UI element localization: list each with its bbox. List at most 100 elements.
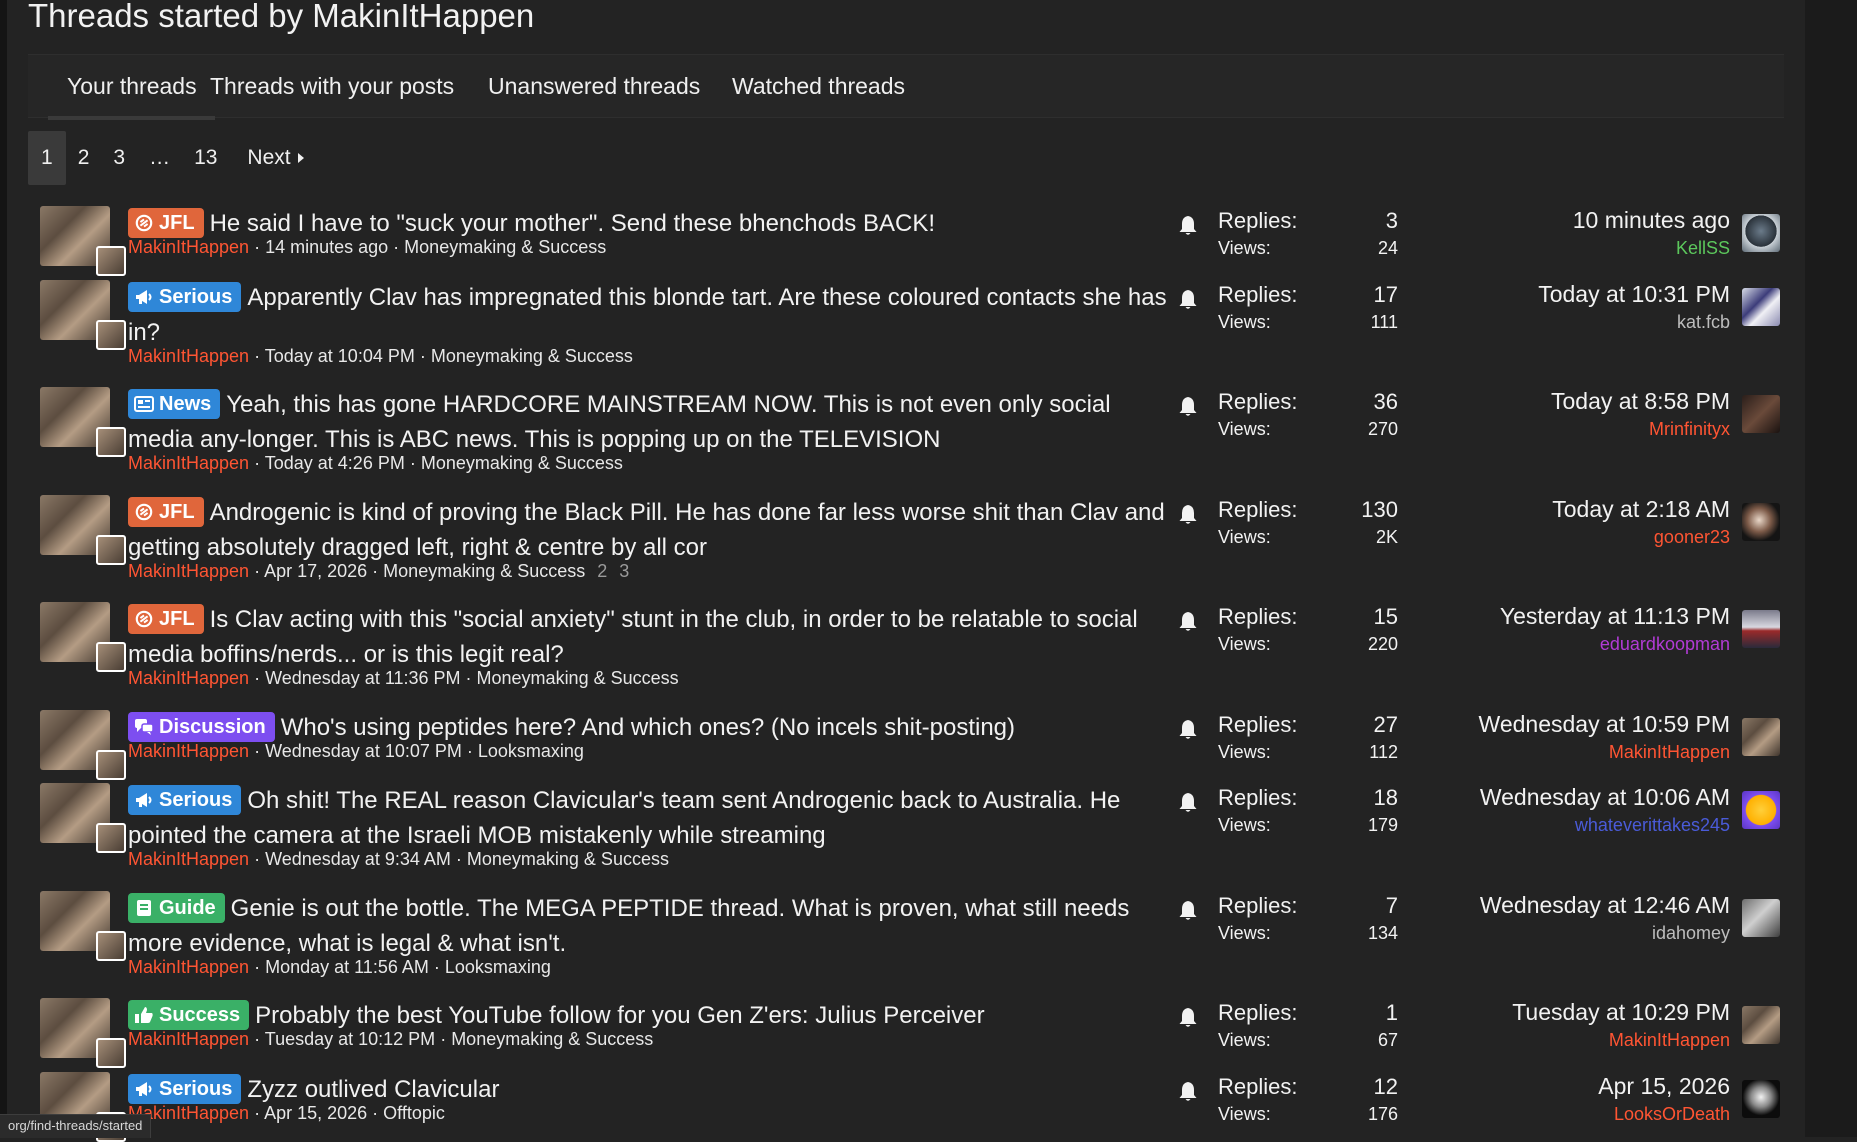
watch-bell-icon[interactable] [1178, 395, 1198, 417]
last-post-time[interactable]: 10 minutes ago [1408, 207, 1730, 234]
thread-start-date[interactable]: Wednesday at 10:07 PM [265, 741, 462, 761]
thread-row[interactable]: Discussion Who's using peptides here? And… [28, 700, 1788, 780]
thread-forum-link[interactable]: Moneymaking & Success [421, 453, 623, 473]
thread-title-line[interactable]: Serious Oh shit! The REAL reason Clavicul… [128, 783, 1168, 853]
page-2-link[interactable]: 2 [66, 131, 102, 185]
thread-row[interactable]: Serious Oh shit! The REAL reason Clavicul… [28, 773, 1788, 877]
thread-page-link[interactable]: 3 [619, 561, 629, 581]
last-poster-link[interactable]: KellSS [1408, 238, 1730, 259]
author-avatar[interactable] [40, 998, 126, 1068]
watch-bell-icon[interactable] [1178, 899, 1198, 921]
thread-prefix-label[interactable]: Guide [128, 893, 225, 923]
pagination-ellipsis[interactable]: … [137, 131, 182, 185]
thread-start-date[interactable]: 14 minutes ago [265, 237, 388, 257]
thread-author-link[interactable]: MakinItHappen [128, 346, 249, 366]
thread-forum-link[interactable]: Looksmaxing [445, 957, 551, 977]
last-poster-avatar[interactable] [1742, 214, 1780, 252]
last-poster-link[interactable]: Mrinfinityx [1408, 419, 1730, 440]
last-poster-link[interactable]: kat.fcb [1408, 312, 1730, 333]
watch-bell-icon[interactable] [1178, 288, 1198, 310]
last-poster-link[interactable]: idahomey [1408, 923, 1730, 944]
last-poster-link[interactable]: MakinItHappen [1408, 742, 1730, 763]
last-poster-link[interactable]: LooksOrDeath [1408, 1104, 1730, 1125]
last-poster-avatar[interactable] [1742, 395, 1780, 433]
thread-author-link[interactable]: MakinItHappen [128, 957, 249, 977]
author-avatar[interactable] [40, 387, 126, 457]
watch-bell-icon[interactable] [1178, 1080, 1198, 1102]
last-poster-avatar[interactable] [1742, 718, 1780, 756]
thread-title-line[interactable]: JFL Androgenic is kind of proving the Bla… [128, 495, 1168, 565]
last-post-time[interactable]: Today at 8:58 PM [1408, 388, 1730, 415]
thread-prefix-label[interactable]: Serious [128, 1074, 242, 1104]
author-avatar[interactable] [40, 710, 126, 780]
last-post-time[interactable]: Tuesday at 10:29 PM [1408, 999, 1730, 1026]
last-poster-avatar[interactable] [1742, 503, 1780, 541]
watch-bell-icon[interactable] [1178, 503, 1198, 525]
thread-author-link[interactable]: MakinItHappen [128, 237, 249, 257]
last-poster-avatar[interactable] [1742, 1006, 1780, 1044]
last-post-time[interactable]: Wednesday at 12:46 AM [1408, 892, 1730, 919]
thread-start-date[interactable]: Today at 10:04 PM [265, 346, 415, 366]
watch-bell-icon[interactable] [1178, 718, 1198, 740]
page-1-link[interactable]: 1 [28, 131, 66, 185]
thread-forum-link[interactable]: Moneymaking & Success [404, 237, 606, 257]
thread-prefix-label[interactable]: Serious [128, 785, 242, 815]
thread-start-date[interactable]: Apr 17, 2026 [264, 561, 367, 581]
last-post-time[interactable]: Today at 10:31 PM [1408, 281, 1730, 308]
watch-bell-icon[interactable] [1178, 791, 1198, 813]
thread-title-link[interactable]: Androgenic is kind of proving the Black … [128, 499, 1165, 561]
tab-watched-threads[interactable]: Watched threads [732, 55, 905, 117]
thread-author-link[interactable]: MakinItHappen [128, 741, 249, 761]
next-page-button[interactable]: Next [235, 131, 315, 185]
thread-forum-link[interactable]: Moneymaking & Success [477, 668, 679, 688]
thread-page-link[interactable]: 2 [597, 561, 607, 581]
last-post-time[interactable]: Today at 2:18 AM [1408, 496, 1730, 523]
watch-bell-icon[interactable] [1178, 1006, 1198, 1028]
last-poster-avatar[interactable] [1742, 791, 1780, 829]
thread-title-link[interactable]: Probably the best YouTube follow for you… [255, 1002, 984, 1029]
thread-start-date[interactable]: Monday at 11:56 AM [265, 957, 429, 977]
watch-bell-icon[interactable] [1178, 610, 1198, 632]
last-poster-link[interactable]: gooner23 [1408, 527, 1730, 548]
thread-start-date[interactable]: Wednesday at 9:34 AM [265, 849, 451, 869]
last-poster-avatar[interactable] [1742, 899, 1780, 937]
author-avatar[interactable] [40, 602, 126, 672]
thread-title-link[interactable]: Apparently Clav has impregnated this blo… [128, 284, 1167, 346]
thread-forum-link[interactable]: Moneymaking & Success [431, 346, 633, 366]
thread-author-link[interactable]: MakinItHappen [128, 453, 249, 473]
last-post-time[interactable]: Wednesday at 10:59 PM [1408, 711, 1730, 738]
thread-row[interactable]: Success Probably the best YouTube follow … [28, 988, 1788, 1068]
thread-row[interactable]: Serious Apparently Clav has impregnated t… [28, 270, 1788, 374]
thread-row[interactable]: News Yeah, this has gone HARDCORE MAINSTR… [28, 377, 1788, 481]
thread-forum-link[interactable]: Looksmaxing [478, 741, 584, 761]
thread-row[interactable]: JFL He said I have to "suck your mother".… [28, 196, 1788, 276]
last-post-time[interactable]: Apr 15, 2026 [1408, 1073, 1730, 1100]
thread-prefix-label[interactable]: Discussion [128, 712, 275, 742]
last-poster-link[interactable]: whateverittakes245 [1408, 815, 1730, 836]
thread-forum-link[interactable]: Moneymaking & Success [383, 561, 585, 581]
last-poster-avatar[interactable] [1742, 288, 1780, 326]
last-poster-avatar[interactable] [1742, 1080, 1780, 1118]
thread-prefix-label[interactable]: Serious [128, 282, 242, 312]
thread-title-line[interactable]: Serious Apparently Clav has impregnated t… [128, 280, 1168, 350]
thread-forum-link[interactable]: Moneymaking & Success [467, 849, 669, 869]
last-post-time[interactable]: Wednesday at 10:06 AM [1408, 784, 1730, 811]
thread-row[interactable]: JFL Androgenic is kind of proving the Bla… [28, 485, 1788, 589]
thread-title-line[interactable]: JFL Is Clav acting with this "social anxi… [128, 602, 1168, 672]
tab-your-threads[interactable]: Your threads [48, 55, 215, 120]
author-avatar[interactable] [40, 206, 126, 276]
thread-prefix-label[interactable]: JFL [128, 497, 204, 527]
last-poster-avatar[interactable] [1742, 610, 1780, 648]
page-3-link[interactable]: 3 [101, 131, 137, 185]
thread-title-link[interactable]: Who's using peptides here? And which one… [281, 714, 1015, 741]
thread-prefix-label[interactable]: JFL [128, 208, 204, 238]
thread-author-link[interactable]: MakinItHappen [128, 561, 249, 581]
thread-author-link[interactable]: MakinItHappen [128, 668, 249, 688]
page-13-link[interactable]: 13 [182, 131, 229, 185]
thread-row[interactable]: Serious Zyzz outlived Clavicular MakinItHa… [28, 1062, 1788, 1142]
thread-title-link[interactable]: Genie is out the bottle. The MEGA PEPTID… [128, 895, 1129, 957]
thread-author-link[interactable]: MakinItHappen [128, 1029, 249, 1049]
thread-title-link[interactable]: Is Clav acting with this "social anxiety… [128, 606, 1138, 668]
tab-threads-with-your-posts[interactable]: Threads with your posts [210, 55, 454, 117]
thread-row[interactable]: JFL Is Clav acting with this "social anxi… [28, 592, 1788, 696]
